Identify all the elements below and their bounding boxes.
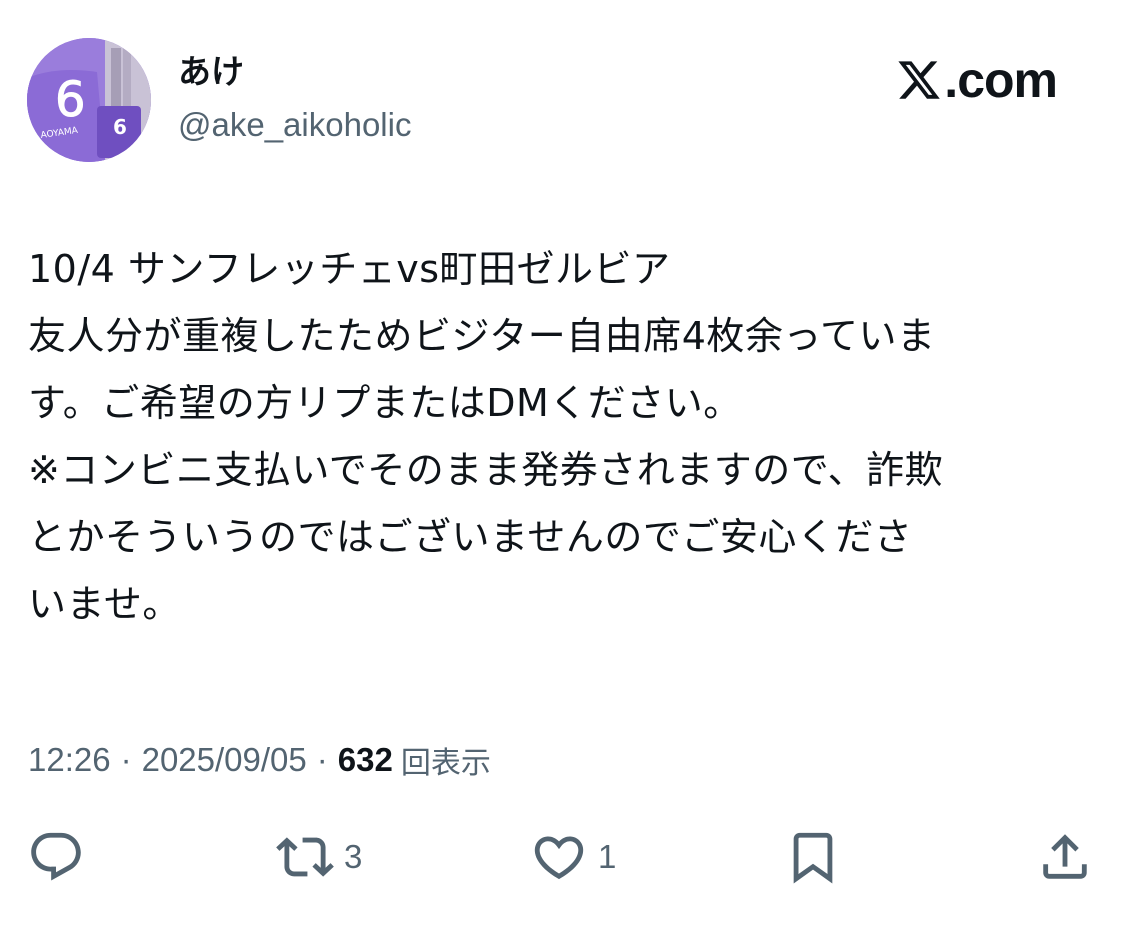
site-brand: .com [896, 50, 1058, 110]
tweet-time[interactable]: 12:26 [28, 741, 111, 779]
tweet-line: ※コンビニ支払いでそのまま発券されますので、詐欺 [28, 448, 944, 492]
bookmark-icon [793, 832, 833, 884]
heart-icon [534, 836, 584, 880]
meta-separator: · [316, 741, 328, 778]
author-display-name[interactable]: あけ [178, 50, 244, 94]
views-count: 632 [337, 741, 393, 778]
meta-separator: · [120, 741, 132, 778]
tweet-meta: 12:26 · 2025/09/05 · 632 回表示 [28, 737, 491, 783]
share-button[interactable] [1036, 826, 1094, 888]
tweet-line: とかそういうのではございませんのでご安心くださ [28, 515, 913, 559]
views-label: 回表示 [400, 746, 491, 781]
tweet-line: 10/4 サンフレッチェvs町田ゼルビア [28, 247, 671, 291]
retweet-icon [276, 837, 334, 877]
retweet-button[interactable]: 3 [276, 826, 362, 888]
site-domain: .com [944, 52, 1058, 108]
like-count: 1 [598, 838, 617, 875]
tweet-line: 友人分が重複したためビジター自由席4枚余っていま [28, 314, 936, 358]
avatar[interactable]: 6 AOYAMA 6 [27, 38, 151, 162]
reply-icon [31, 832, 81, 881]
bookmark-button[interactable] [784, 826, 842, 888]
tweet-line: いませ。 [28, 582, 181, 626]
reply-button[interactable] [27, 826, 85, 888]
like-button[interactable]: 1 [530, 826, 616, 888]
x-logo-icon [898, 61, 941, 99]
retweet-count: 3 [344, 838, 363, 875]
tweet-line: す。ご希望の方リプまたはDMください。 [28, 381, 742, 425]
avatar-jersey-number: 6 [55, 72, 86, 128]
tweet-text: 10/4 サンフレッチェvs町田ゼルビア 友人分が重複したためビジター自由席4枚… [28, 236, 1098, 638]
author-handle[interactable]: @ake_aikoholic [178, 102, 411, 148]
avatar-badge-number: 6 [113, 115, 127, 139]
share-icon [1043, 834, 1087, 879]
avatar-image: 6 AOYAMA 6 [27, 38, 151, 162]
tweet-date[interactable]: 2025/09/05 [142, 741, 307, 779]
